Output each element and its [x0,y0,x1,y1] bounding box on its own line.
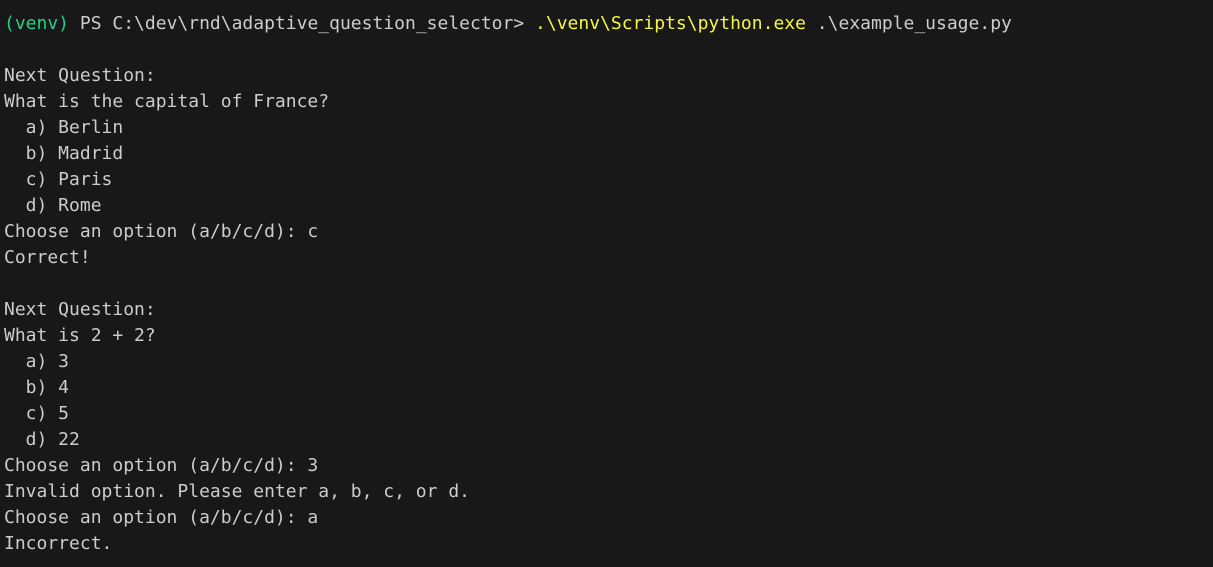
venv-indicator: (venv) [4,13,70,34]
output-line: c) 5 [4,403,70,424]
output-line: d) 22 [4,429,80,450]
output-line: Choose an option (a/b/c/d): 3 [4,455,319,476]
output-line: b) Madrid [4,143,124,164]
output-line: Next Question: [4,65,156,86]
prompt-path: PS C:\dev\rnd\adaptive_question_selector… [69,13,536,34]
output-line: a) Berlin [4,117,124,138]
output-line: Choose an option (a/b/c/d): a [4,507,319,528]
prompt-line: (venv) PS C:\dev\rnd\adaptive_question_s… [4,11,1012,37]
command-args: .\example_usage.py [805,13,1012,34]
output-line: Correct! [4,247,91,268]
command-executable: .\venv\Scripts\python.exe [535,13,806,34]
output-line: a) 3 [4,351,70,372]
output-line: Choose an option (a/b/c/d): c [4,221,319,242]
output-line: d) Rome [4,195,102,216]
terminal-window[interactable]: (venv) PS C:\dev\rnd\adaptive_question_s… [0,0,1213,567]
output-line: What is the capital of France? [4,91,330,112]
output-line: Invalid option. Please enter a, b, c, or… [4,481,470,502]
output-line: c) Paris [4,169,113,190]
output-line: b) 4 [4,377,70,398]
output-line: Next Question: [4,299,156,320]
output-line: Incorrect. [4,533,113,554]
output-line: What is 2 + 2? [4,325,156,346]
